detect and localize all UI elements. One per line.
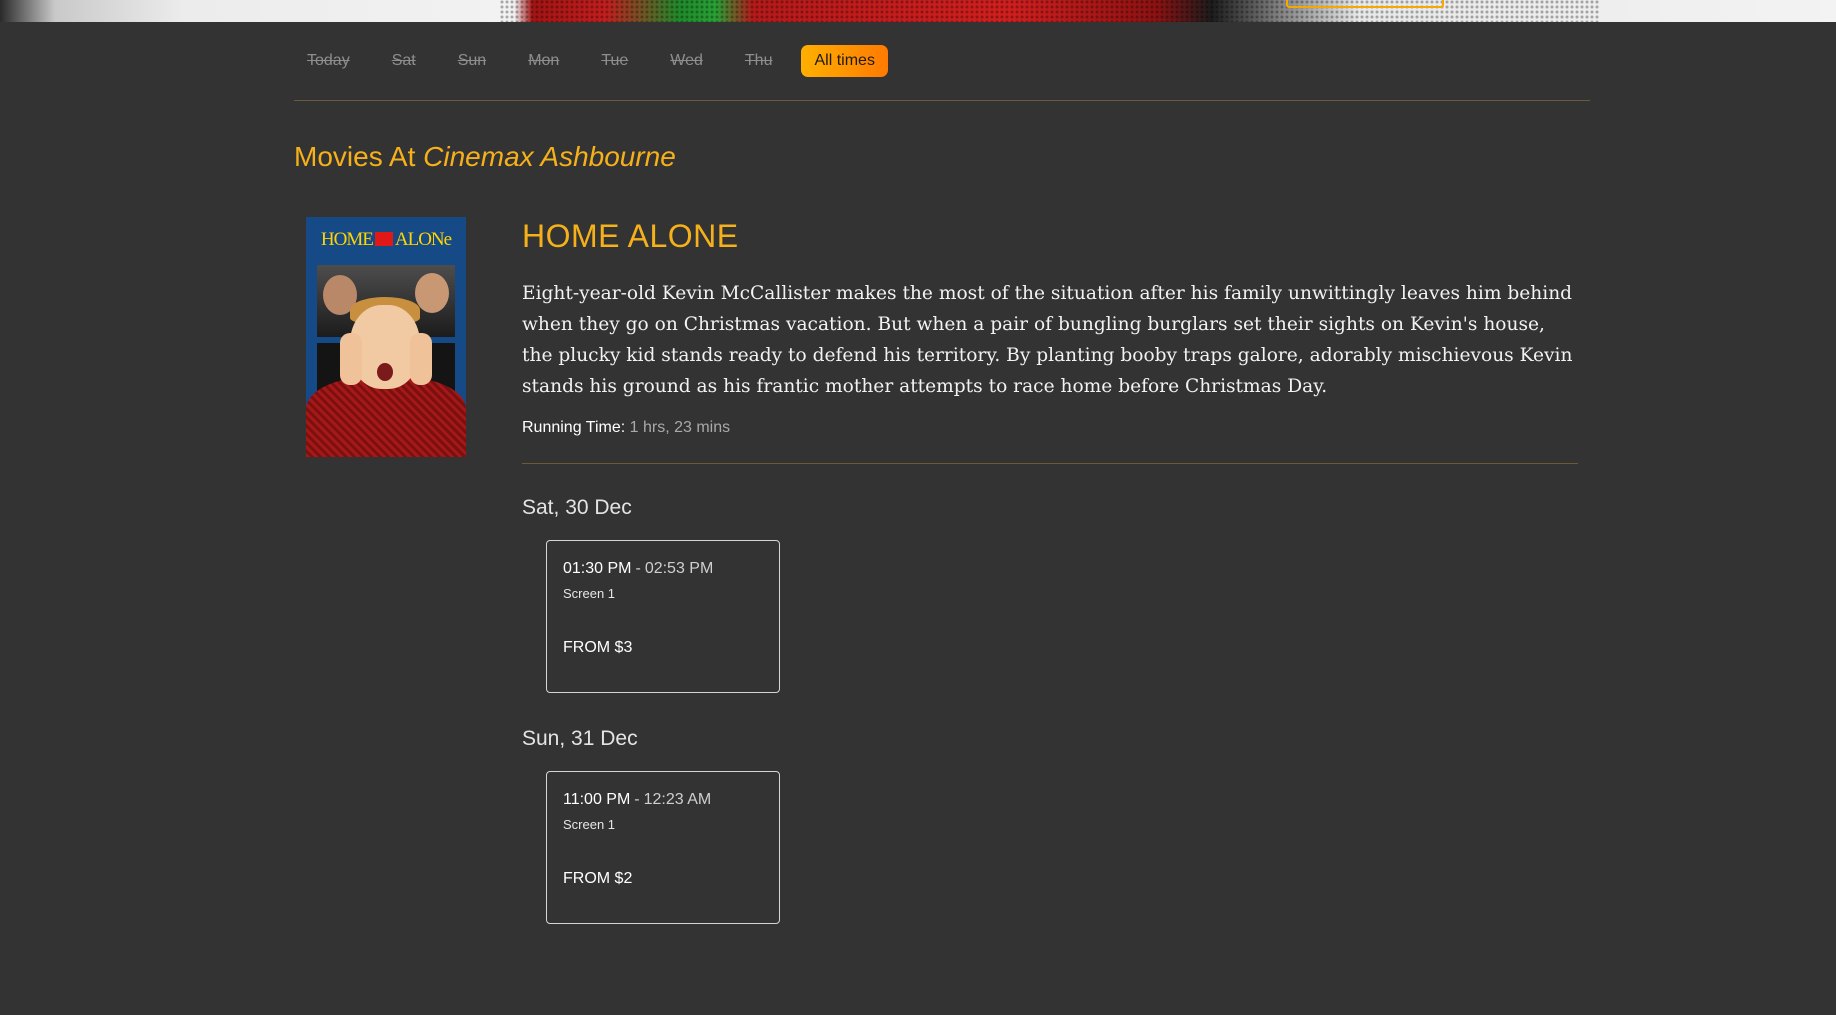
movie-title[interactable]: HOME ALONE	[522, 217, 1580, 255]
running-time: Running Time: 1 hrs, 23 mins	[522, 419, 1580, 437]
running-time-label: Running Time:	[522, 419, 626, 436]
showtime-card[interactable]: 01:30 PM -02:53 PM Screen 1 FROM $3	[546, 540, 780, 693]
poster-hand	[340, 333, 362, 385]
showtime-times: 11:00 PM -12:23 AM	[563, 791, 711, 809]
poster-burglar-face	[415, 273, 449, 313]
poster-logo: HOME ALONe	[306, 229, 466, 251]
movie-details: HOME ALONE Eight-year-old Kevin McCallis…	[522, 217, 1580, 924]
tab-all-times[interactable]: All times	[801, 45, 888, 77]
house-icon	[374, 232, 393, 246]
movie-synopsis: Eight-year-old Kevin McCallister makes t…	[522, 283, 1573, 397]
day-tabs: Today Sat Sun Mon Tue Wed Thu All times	[294, 22, 1590, 101]
hero-banner-frame	[1286, 0, 1444, 8]
tab-tue[interactable]: Tue	[588, 45, 641, 77]
main-content: Today Sat Sun Mon Tue Wed Thu All times …	[294, 22, 1590, 924]
page-title: Movies At Cinemax Ashbourne	[294, 141, 1590, 173]
showtime-card[interactable]: 11:00 PM -12:23 AM Screen 1 FROM $2	[546, 771, 780, 924]
poster-sweater	[306, 377, 466, 457]
poster-mouth	[377, 363, 393, 381]
showtime-start: 01:30 PM	[563, 560, 632, 577]
showtime-day-heading: Sun, 31 Dec	[522, 727, 638, 750]
showtime-end: 12:23 AM	[643, 791, 712, 808]
page-title-prefix: Movies At	[294, 141, 416, 172]
running-time-value: 1 hrs, 23 mins	[629, 419, 731, 436]
showtime-screen: Screen 1	[563, 586, 616, 601]
showtime-screen: Screen 1	[563, 817, 616, 832]
tab-mon[interactable]: Mon	[515, 45, 572, 77]
showtime-day-heading: Sat, 30 Dec	[522, 496, 632, 519]
showtime-price: FROM $3	[563, 639, 633, 656]
movie-poster[interactable]: HOME ALONe	[306, 217, 466, 457]
tab-sun[interactable]: Sun	[445, 45, 499, 77]
showtime-price: FROM $2	[563, 870, 633, 887]
showtime-separator: -	[635, 560, 641, 577]
tab-today[interactable]: Today	[294, 45, 363, 77]
tab-thu[interactable]: Thu	[732, 45, 786, 77]
tab-wed[interactable]: Wed	[657, 45, 716, 77]
divider	[522, 463, 1578, 464]
poster-hand	[410, 333, 432, 385]
venue-name: Cinemax Ashbourne	[423, 141, 676, 172]
poster-logo-left: HOME	[320, 229, 374, 250]
showtime-times: 01:30 PM -02:53 PM	[563, 560, 713, 578]
showtime-separator: -	[634, 791, 640, 808]
showtime-end: 02:53 PM	[644, 560, 714, 577]
tab-sat[interactable]: Sat	[379, 45, 429, 77]
showtime-start: 11:00 PM	[563, 791, 631, 808]
poster-logo-right: ALONe	[394, 229, 452, 250]
hero-banner	[0, 0, 1836, 22]
